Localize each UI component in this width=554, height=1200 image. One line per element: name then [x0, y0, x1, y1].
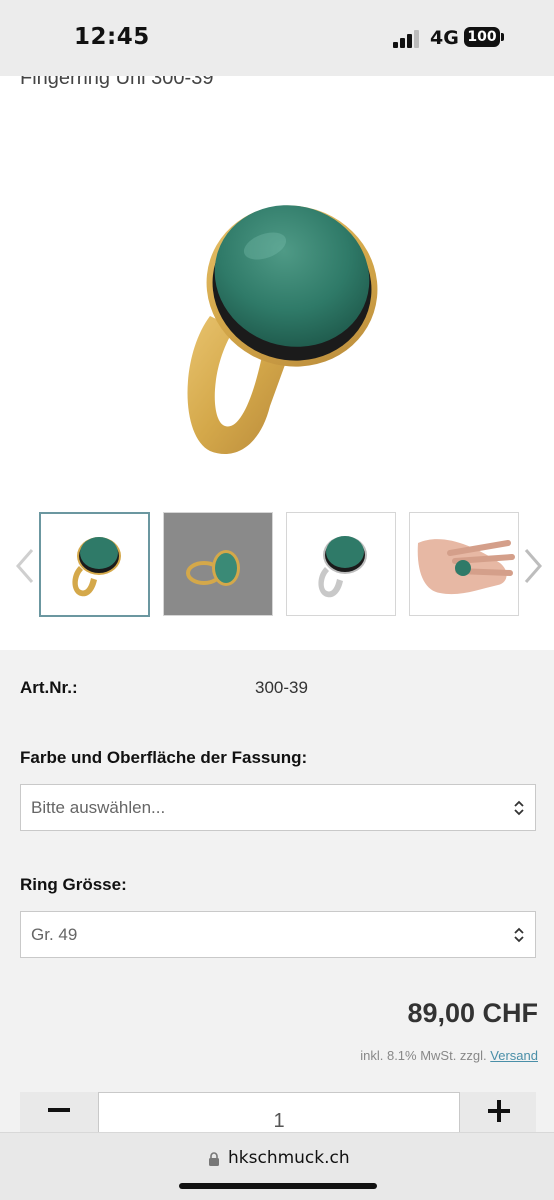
- main-product-image[interactable]: [60, 106, 500, 536]
- gallery-prev-arrow-icon[interactable]: [14, 546, 38, 586]
- select-chevron-icon: [514, 927, 524, 943]
- signal-icon: [393, 30, 423, 48]
- battery-tip: [501, 33, 504, 41]
- gallery-thumbnail-4[interactable]: [409, 512, 519, 616]
- ring-size-value: Gr. 49: [31, 925, 78, 944]
- gallery-next-arrow-icon[interactable]: [520, 546, 544, 586]
- quantity-increase-button[interactable]: [488, 1100, 510, 1122]
- product-gallery-section: Fingerring Uni 300-39: [0, 76, 554, 650]
- status-time: 12:45: [74, 24, 150, 50]
- color-option-label: Farbe und Oberfläche der Fassung:: [20, 748, 308, 767]
- tax-text: inkl. 8.1% MwSt. zzgl.: [360, 1048, 487, 1063]
- status-bar: 12:45 4G 100: [0, 0, 554, 76]
- color-select[interactable]: Bitte auswählen...: [20, 784, 536, 831]
- network-type: 4G: [430, 27, 459, 49]
- art-nr-value: 300-39: [255, 678, 308, 697]
- ring-size-select[interactable]: Gr. 49: [20, 911, 536, 958]
- ring-size-label: Ring Grösse:: [20, 875, 127, 894]
- shipping-link[interactable]: Versand: [490, 1048, 538, 1063]
- gallery-thumbnail-1[interactable]: [39, 512, 150, 617]
- gallery-thumbnail-3[interactable]: [286, 512, 396, 616]
- gallery-thumbnail-2[interactable]: [163, 512, 273, 616]
- lock-icon: [209, 1152, 219, 1166]
- home-indicator: [179, 1183, 377, 1189]
- art-nr-label: Art.Nr.:: [20, 678, 78, 697]
- color-select-placeholder: Bitte auswählen...: [31, 798, 166, 817]
- select-chevron-icon: [514, 800, 524, 816]
- product-details: Art.Nr.: 300-39 Farbe und Oberfläche der…: [0, 650, 554, 1130]
- url-domain: hkschmuck.ch: [228, 1148, 350, 1168]
- browser-address-bar[interactable]: hkschmuck.ch: [0, 1132, 554, 1200]
- battery-icon: 100: [464, 27, 500, 47]
- quantity-decrease-button[interactable]: [48, 1108, 70, 1112]
- product-price: 89,00 CHF: [407, 998, 538, 1028]
- tax-note: inkl. 8.1% MwSt. zzgl. Versand: [360, 1048, 538, 1063]
- product-title: Fingerring Uni 300-39: [20, 76, 214, 89]
